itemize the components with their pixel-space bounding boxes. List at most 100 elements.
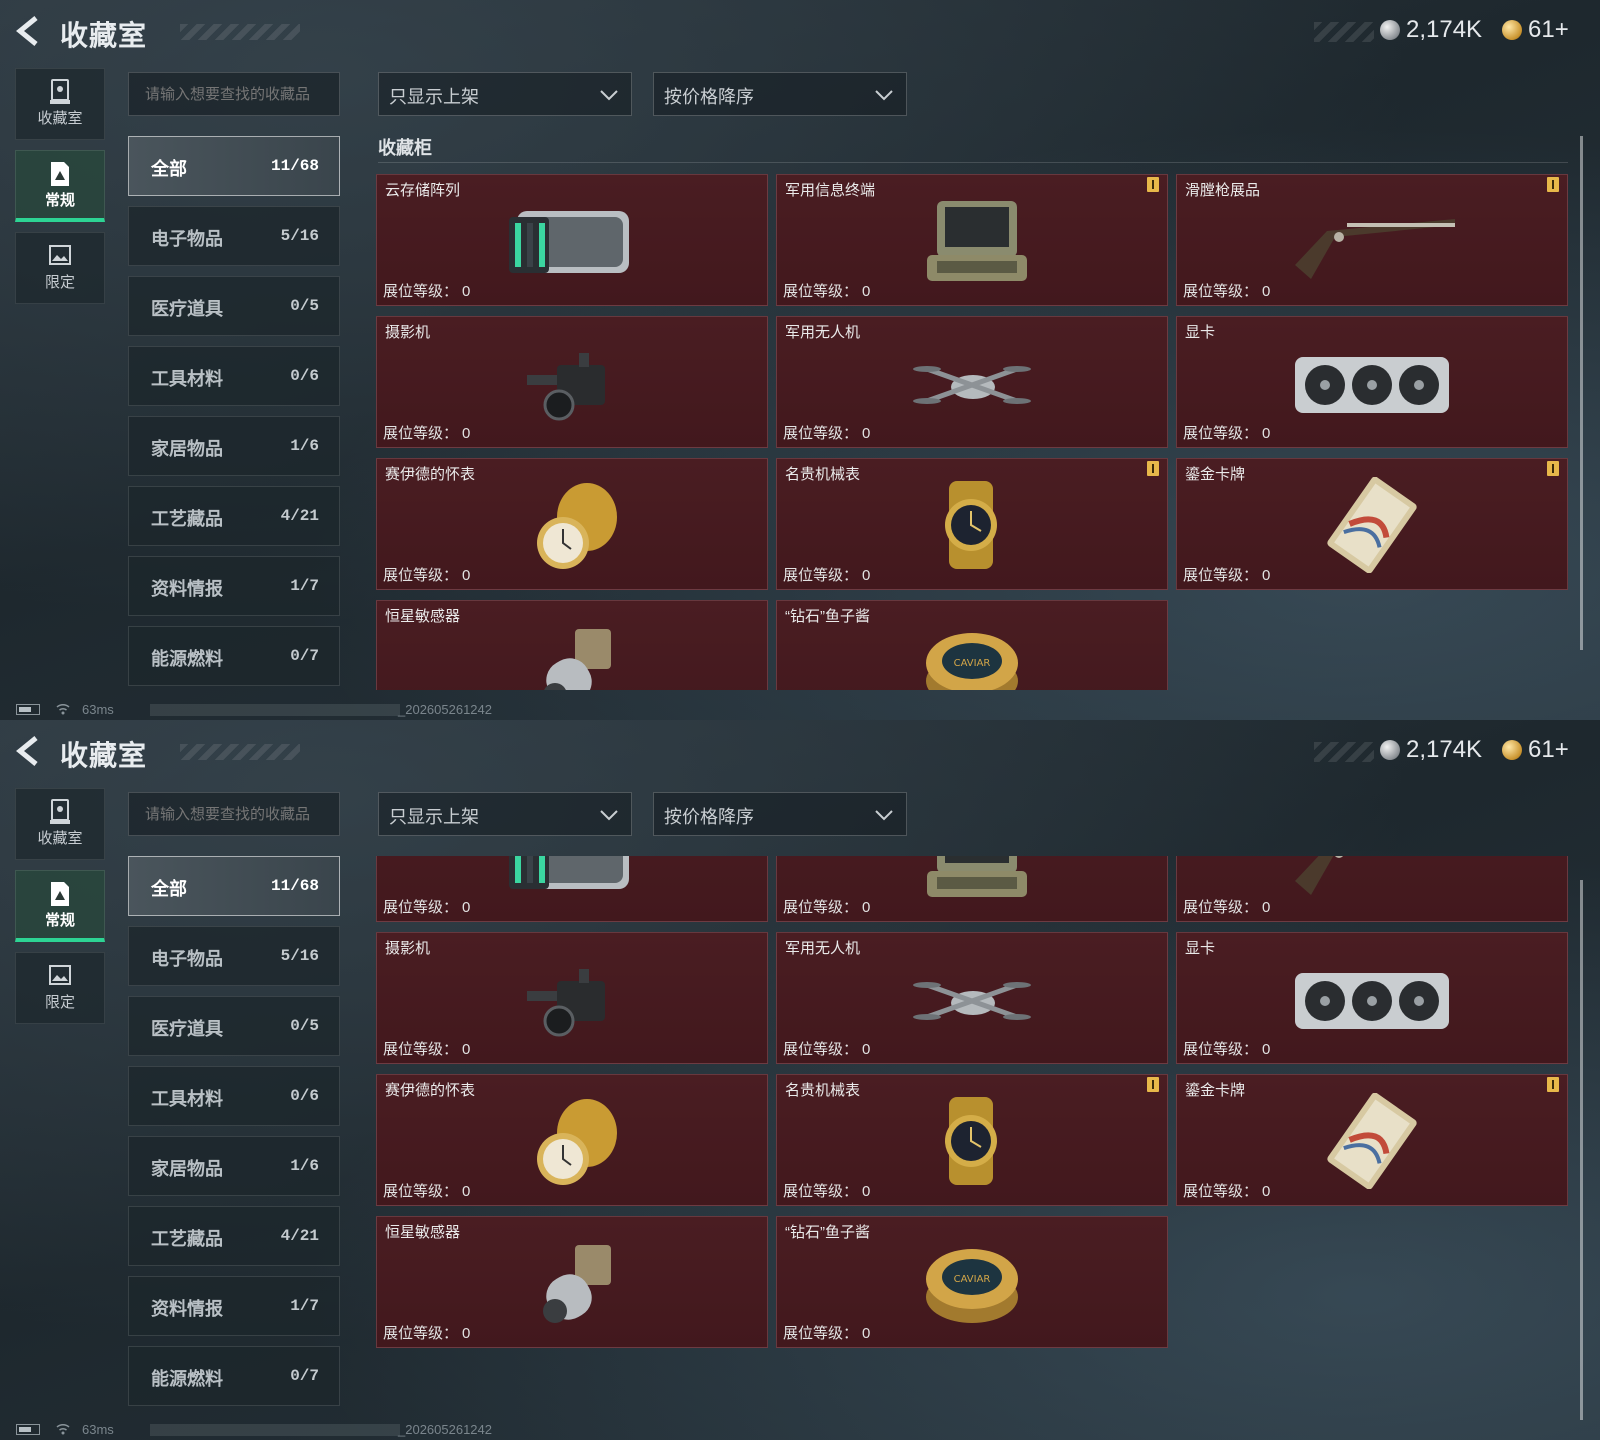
collection-item-card[interactable]: 滑膛枪展品展位等级：0 [1176, 174, 1568, 306]
nav-limited[interactable]: 限定 [15, 952, 105, 1024]
display-filter-dropdown[interactable]: 只显示上架 [378, 72, 632, 116]
camera-icon [487, 951, 657, 1047]
section-title: 收藏柜 [378, 138, 432, 158]
display-filter-dropdown[interactable]: 只显示上架 [378, 792, 632, 836]
collection-item-card[interactable]: 军用信息终端展位等级：0 [776, 856, 1168, 922]
collection-item-card[interactable]: 军用无人机 展位等级： 0 [776, 316, 1168, 448]
category-tab[interactable]: 工具材料 0/6 [128, 1066, 340, 1126]
silver-coin-icon [1380, 740, 1400, 760]
category-tab[interactable]: 医疗道具 0/5 [128, 276, 340, 336]
title-decoration [180, 744, 300, 760]
alert-icon [1147, 177, 1159, 192]
collection-grid: 云存储阵列展位等级：0军用信息终端展位等级：0滑膛枪展品展位等级：0 摄影机展位等… [376, 856, 1572, 1436]
collection-item-card[interactable]: 云存储阵列展位等级：0 [376, 174, 768, 306]
collection-item-card[interactable]: 军用无人机 展位等级： 0 [776, 932, 1168, 1064]
collection-item-card[interactable]: 显卡 展位等级： 0 [1176, 932, 1568, 1064]
level-label: 展位等级： [1183, 1183, 1259, 1200]
collection-item-card[interactable]: CAVIAR“钻石”鱼子酱展位等级：0 [776, 1216, 1168, 1348]
collection-item-card[interactable]: 赛伊德的怀表 展位等级： 0 [376, 458, 768, 590]
category-name: 能源燃料 [151, 1369, 223, 1389]
search-input[interactable] [128, 72, 340, 116]
svg-text:CAVIAR: CAVIAR [954, 1274, 991, 1285]
collection-screen-scrolled: 收藏室 2,174K 61+ 收藏室常规限定 只显示上架 按价格降序全部 11/68 电子物品… [0, 720, 1600, 1440]
item-name: 恒星敏感器 [385, 608, 461, 625]
item-level: 展位等级： 0 [1183, 1038, 1270, 1059]
level-value: 0 [862, 899, 871, 916]
silver-amount: 2,174K [1406, 16, 1483, 43]
category-tab[interactable]: 工具材料 0/6 [128, 346, 340, 406]
collection-item-card[interactable]: 鎏金卡牌 展位等级： 0 [1176, 1074, 1568, 1206]
collection-item-card[interactable]: 名贵机械表 展位等级： 0 [776, 458, 1168, 590]
category-name: 资料情报 [151, 579, 223, 599]
category-tab[interactable]: 能源燃料 0/7 [128, 1346, 340, 1406]
scrollbar[interactable] [1580, 880, 1583, 1420]
category-count: 1/6 [290, 1157, 319, 1175]
collection-item-card[interactable]: 云存储阵列展位等级：0 [376, 856, 768, 922]
category-tab[interactable]: 全部 11/68 [128, 856, 340, 916]
display-filter-value: 只显示上架 [389, 87, 479, 107]
page-title: 收藏室 [60, 740, 148, 771]
silver-coin-icon [1380, 20, 1400, 40]
item-level: 展位等级： 0 [383, 896, 470, 917]
collection-item-card[interactable]: 赛伊德的怀表 展位等级： 0 [376, 1074, 768, 1206]
back-arrow-icon[interactable] [14, 16, 44, 46]
nav-limited[interactable]: 限定 [15, 232, 105, 304]
collection-item-card[interactable]: 摄影机 展位等级： 0 [376, 932, 768, 1064]
collection-item-card[interactable]: 恒星敏感器展位等级：0 [376, 1216, 768, 1348]
item-name: “钻石”鱼子酱 [785, 608, 870, 625]
level-label: 展位等级： [1183, 425, 1259, 442]
gilded-card-icon [1287, 476, 1457, 574]
category-tab[interactable]: 电子物品 5/16 [128, 206, 340, 266]
nav-collection-room[interactable]: 收藏室 [15, 788, 105, 860]
sort-dropdown[interactable]: 按价格降序 [653, 792, 907, 836]
collection-item-card[interactable]: 摄影机 展位等级： 0 [376, 316, 768, 448]
category-tab[interactable]: 工艺藏品 4/21 [128, 486, 340, 546]
graphics-card-icon [1287, 335, 1457, 431]
storage-array-icon [487, 856, 657, 905]
wristwatch-icon [887, 477, 1057, 573]
collection-item-card[interactable]: 军用信息终端展位等级：0 [776, 174, 1168, 306]
category-tab[interactable]: 医疗道具 0/5 [128, 996, 340, 1056]
ping-value: 63ms [82, 1422, 114, 1437]
collection-item-card[interactable]: 鎏金卡牌 展位等级： 0 [1176, 458, 1568, 590]
item-level: 展位等级： 0 [383, 422, 470, 443]
nav-label: 限定 [44, 994, 75, 1011]
level-label: 展位等级： [383, 1041, 459, 1058]
nav-regular[interactable]: 常规 [15, 870, 105, 942]
level-label: 展位等级： [783, 899, 859, 916]
gold-currency[interactable]: 61+ [1502, 16, 1569, 44]
level-label: 展位等级： [783, 1325, 859, 1342]
item-level: 展位等级： 0 [383, 564, 470, 585]
collection-item-card[interactable]: 显卡 展位等级： 0 [1176, 316, 1568, 448]
collection-item-card[interactable]: 名贵机械表 展位等级： 0 [776, 1074, 1168, 1206]
header-bar: 收藏室 2,174K 61+ [0, 0, 1600, 64]
back-arrow-icon[interactable] [14, 736, 44, 766]
category-count: 11/68 [270, 157, 319, 175]
nav-regular[interactable]: 常规 [15, 150, 105, 222]
chevron-down-icon [874, 805, 894, 825]
sort-dropdown[interactable]: 按价格降序 [653, 72, 907, 116]
category-tab[interactable]: 能源燃料 0/7 [128, 626, 340, 686]
item-name: 军用信息终端 [785, 182, 876, 199]
category-name: 医疗道具 [151, 1019, 223, 1039]
level-label: 展位等级： [1183, 899, 1259, 916]
category-tab[interactable]: 家居物品 1/6 [128, 416, 340, 476]
nav-collection-room[interactable]: 收藏室 [15, 68, 105, 140]
category-count: 1/6 [290, 437, 319, 455]
category-tab[interactable]: 家居物品 1/6 [128, 1136, 340, 1196]
category-tab[interactable]: 资料情报 1/7 [128, 1276, 340, 1336]
obscured-info [150, 1424, 400, 1436]
collection-item-card[interactable]: CAVIAR“钻石”鱼子酱展位等级：0 [776, 600, 1168, 690]
image-frame-icon [48, 243, 72, 269]
gold-currency[interactable]: 61+ [1502, 736, 1569, 764]
category-tab[interactable]: 工艺藏品 4/21 [128, 1206, 340, 1266]
category-tab[interactable]: 资料情报 1/7 [128, 556, 340, 616]
scrollbar[interactable] [1580, 136, 1583, 650]
category-tab[interactable]: 电子物品 5/16 [128, 926, 340, 986]
search-input[interactable] [128, 792, 340, 836]
collection-item-card[interactable]: 滑膛枪展品展位等级：0 [1176, 856, 1568, 922]
collection-item-card[interactable]: 恒星敏感器展位等级：0 [376, 600, 768, 690]
category-name: 资料情报 [151, 1299, 223, 1319]
item-name: 赛伊德的怀表 [385, 1082, 476, 1099]
category-tab[interactable]: 全部 11/68 [128, 136, 340, 196]
